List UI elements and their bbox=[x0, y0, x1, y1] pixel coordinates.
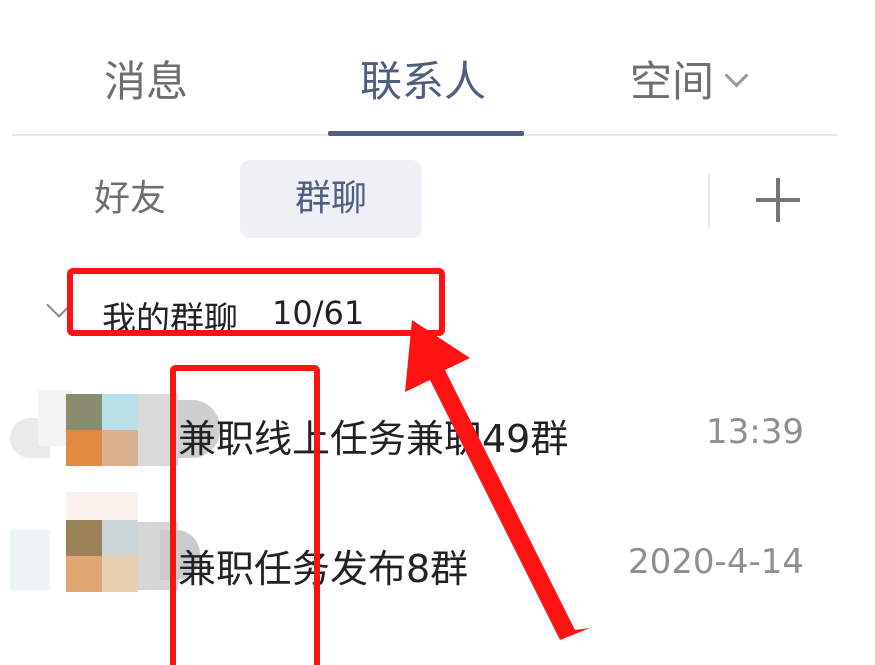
subtab-friends[interactable]: 好友 bbox=[94, 160, 166, 238]
tab-messages[interactable]: 消息 bbox=[104, 52, 188, 112]
subtab-groups[interactable]: 群聊 bbox=[240, 160, 422, 238]
subtab-divider bbox=[708, 174, 710, 228]
annotation-box-header bbox=[67, 268, 445, 336]
active-tab-indicator bbox=[328, 131, 524, 136]
group-time: 13:39 bbox=[706, 412, 804, 452]
tab-space[interactable]: 空间 bbox=[630, 52, 749, 112]
tab-space-label: 空间 bbox=[630, 57, 715, 106]
list-item[interactable]: 兼职线上任务兼职49群 13:39 bbox=[0, 370, 840, 490]
chevron-down-icon bbox=[724, 63, 749, 88]
group-time: 2020-4-14 bbox=[628, 542, 804, 582]
tab-contacts[interactable]: 联系人 bbox=[360, 52, 486, 112]
list-item[interactable]: 兼职任务发布8群 2020-4-14 bbox=[0, 492, 840, 620]
sub-tab-bar: 好友 群聊 bbox=[0, 160, 840, 240]
top-tab-bar: 消息 联系人 空间 bbox=[0, 0, 840, 137]
add-button[interactable] bbox=[748, 170, 808, 230]
plus-icon-stroke bbox=[776, 178, 780, 222]
annotation-box-names bbox=[170, 365, 320, 665]
